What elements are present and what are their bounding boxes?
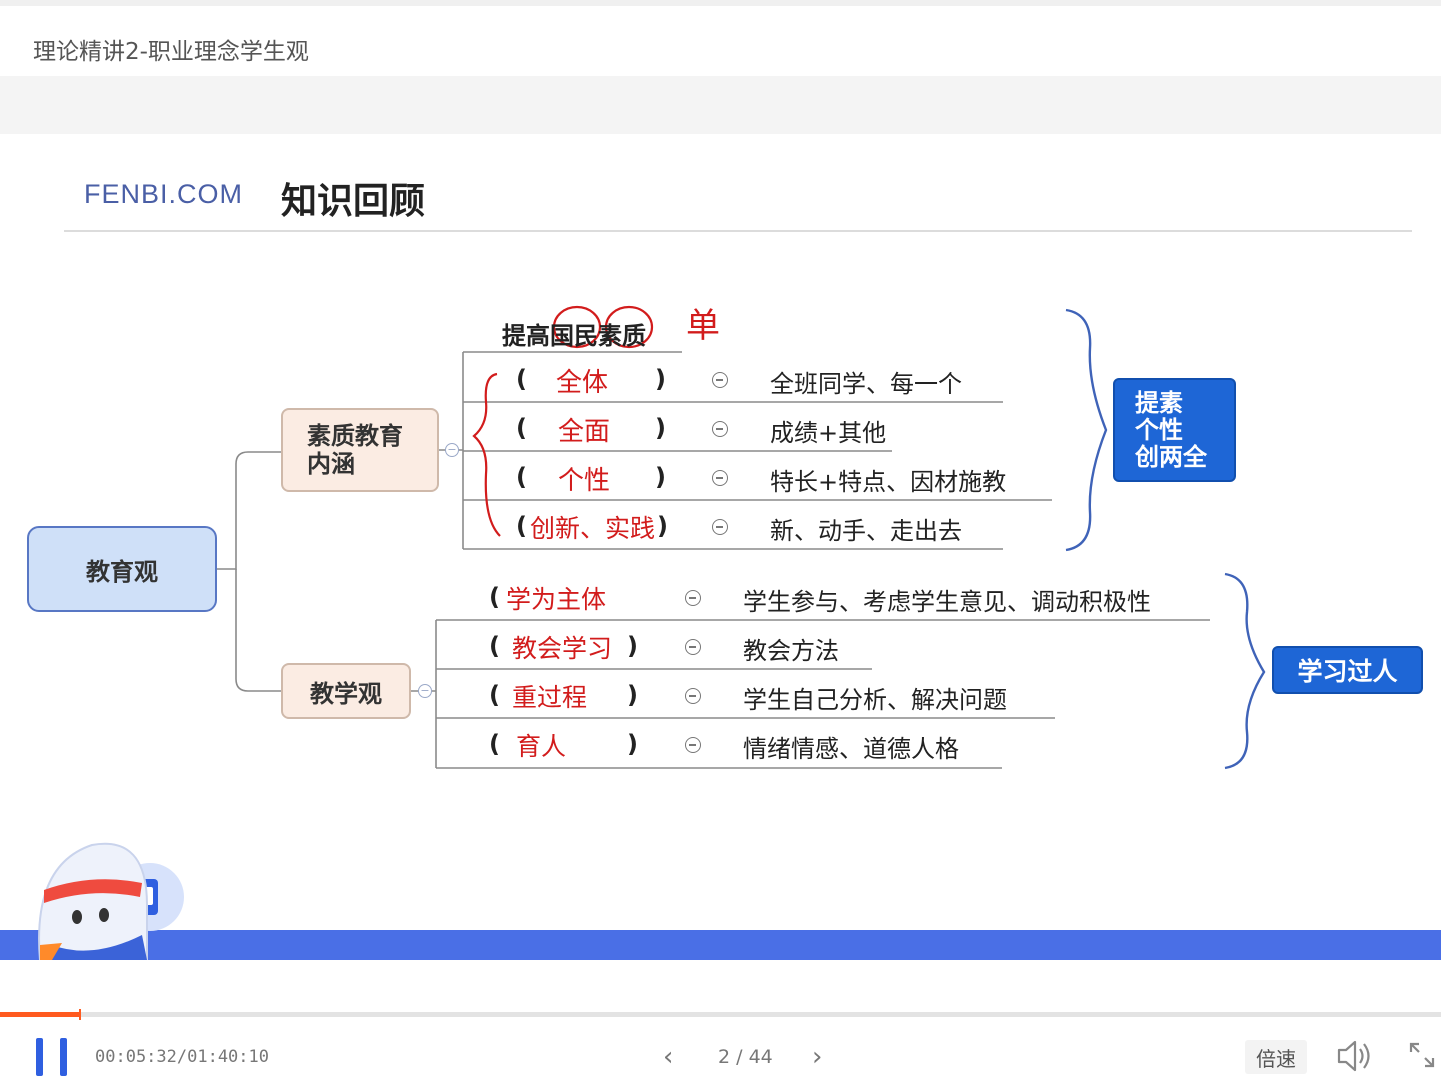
minus-circle-icon[interactable] xyxy=(712,421,728,437)
progress-handle[interactable] xyxy=(79,1009,82,1020)
handwritten-answer: 个性 xyxy=(558,466,611,496)
pause-button[interactable] xyxy=(36,1038,68,1076)
leaf-desc: 全班同学、每一个 xyxy=(770,370,962,398)
page-indicator: 2 / 44 xyxy=(718,1046,773,1068)
root-node-education-view[interactable]: 教育观 xyxy=(27,526,217,612)
collapse-toggle-icon[interactable]: − xyxy=(418,684,432,698)
player-controls: 00:05:32/01:40:10 ‹ 2 / 44 › 倍速 xyxy=(0,960,1441,1087)
leaf-desc: 情绪情感、道德人格 xyxy=(743,735,959,763)
paren-open: ( xyxy=(489,632,500,660)
speaker-icon[interactable] xyxy=(1336,1038,1374,1074)
slide: FENBI.COM 知识回顾 教育观 素质教育内涵 − 教学观 − 提高国民素质… xyxy=(0,134,1441,930)
handwritten-answer: 全体 xyxy=(556,368,609,398)
paren-open: ( xyxy=(489,681,500,709)
handwritten-answer: 教会学习 xyxy=(512,634,613,663)
paren-open: ( xyxy=(489,583,500,611)
paren-close: ) xyxy=(627,730,638,758)
progress-bar[interactable] xyxy=(0,1009,1441,1020)
minus-circle-icon[interactable] xyxy=(712,519,728,535)
pause-bar xyxy=(36,1038,43,1076)
paren-close: ) xyxy=(655,463,666,491)
leaf-desc: 教会方法 xyxy=(743,637,839,665)
minus-circle-icon[interactable] xyxy=(712,372,728,388)
summary-line: 学习过人 xyxy=(1297,657,1398,686)
handwritten-answer: 育人 xyxy=(516,732,567,761)
leaf-top-label: 提高国民素质 xyxy=(502,322,646,350)
node-quality-education[interactable]: 素质教育内涵 xyxy=(281,408,439,492)
slide-footer-strip xyxy=(0,930,1441,960)
handwritten-answer: 学为主体 xyxy=(506,585,607,614)
leaf-desc: 新、动手、走出去 xyxy=(770,517,962,545)
leaf-desc: 学生自己分析、解决问题 xyxy=(743,686,1007,714)
leaf-desc: 学生参与、考虑学生意见、调动积极性 xyxy=(743,588,1151,616)
fullscreen-icon[interactable] xyxy=(1407,1040,1437,1070)
summary-line: 提素 xyxy=(1135,389,1183,417)
chevron-right-icon[interactable]: › xyxy=(812,1044,822,1070)
chevron-left-icon[interactable]: ‹ xyxy=(663,1044,673,1070)
handwritten-answer: 创新、实践 xyxy=(530,514,656,543)
summary-box-teaching: 学习过人 xyxy=(1272,646,1423,694)
collapse-toggle-icon[interactable]: − xyxy=(445,443,459,457)
node-teaching-view[interactable]: 教学观 xyxy=(281,663,411,719)
progress-fill xyxy=(0,1012,80,1017)
summary-line: 创两全 xyxy=(1135,443,1207,471)
window-title: 理论精讲2-职业理念学生观 xyxy=(33,39,309,65)
leaf-desc: 成绩+其他 xyxy=(770,419,887,447)
paren-close: ) xyxy=(657,512,668,540)
paren-close: ) xyxy=(655,414,666,442)
minus-circle-icon[interactable] xyxy=(685,590,701,606)
handwritten-answer: 全面 xyxy=(558,417,611,447)
paren-open: ( xyxy=(516,414,527,442)
node-label: 素质教育内涵 xyxy=(307,422,403,478)
title-bar: 理论精讲2-职业理念学生观 xyxy=(0,0,1441,76)
paren-close: ) xyxy=(627,681,638,709)
paren-open: ( xyxy=(489,730,500,758)
minus-circle-icon[interactable] xyxy=(685,688,701,704)
speed-button[interactable]: 倍速 xyxy=(1245,1040,1307,1074)
node-label: 教学观 xyxy=(310,679,382,708)
paren-close: ) xyxy=(655,365,666,393)
minus-circle-icon[interactable] xyxy=(685,737,701,753)
header-band xyxy=(0,76,1441,134)
paren-close: ) xyxy=(627,632,638,660)
mascot-icon xyxy=(38,842,184,960)
handwritten-note: 单 xyxy=(686,306,720,346)
pause-bar xyxy=(60,1038,67,1076)
paren-open: ( xyxy=(516,512,527,540)
paren-open: ( xyxy=(516,365,527,393)
paren-open: ( xyxy=(516,463,527,491)
summary-line: 个性 xyxy=(1135,416,1183,444)
minus-circle-icon[interactable] xyxy=(712,470,728,486)
handwritten-answer: 重过程 xyxy=(512,683,588,712)
root-label: 教育观 xyxy=(86,557,158,586)
summary-box-quality: 提素 个性 创两全 xyxy=(1113,378,1236,482)
leaf-desc: 特长+特点、因材施教 xyxy=(770,468,1007,496)
playback-time: 00:05:32/01:40:10 xyxy=(95,1047,269,1067)
minus-circle-icon[interactable] xyxy=(685,639,701,655)
